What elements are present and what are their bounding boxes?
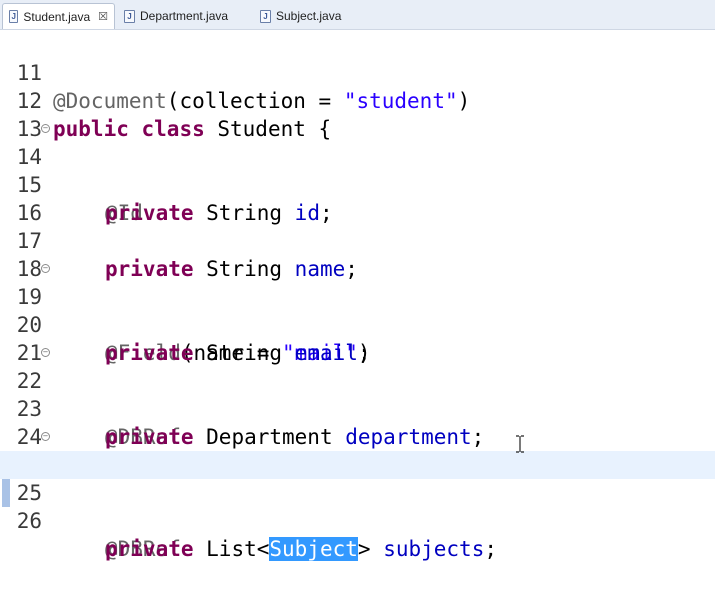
code-token: List< bbox=[193, 537, 270, 561]
code-line: 22 − @DBRef bbox=[0, 339, 715, 449]
code-line: 13 bbox=[0, 87, 715, 141]
fold-collapse-icon[interactable]: − bbox=[41, 264, 50, 273]
tab-department-java[interactable]: J Department.java bbox=[118, 3, 243, 29]
code-line: 20 private String email; bbox=[0, 283, 715, 365]
selected-text[interactable]: Subject bbox=[269, 537, 358, 561]
keyword-token: private bbox=[105, 537, 194, 561]
tab-student-java[interactable]: J Student.java ☒ bbox=[2, 3, 115, 29]
code-line: 18 bbox=[0, 227, 715, 281]
code-line: 21 bbox=[0, 311, 715, 365]
change-marker bbox=[2, 479, 10, 507]
editor-tab-bar: J Student.java ☒ J Department.java J Sub… bbox=[0, 0, 715, 30]
java-file-icon: J bbox=[9, 10, 19, 23]
fold-collapse-icon[interactable]: − bbox=[41, 124, 50, 133]
current-code-line: 26 private List<Subject> subjects; bbox=[0, 451, 715, 561]
tab-label: Department.java bbox=[140, 9, 229, 23]
tab-label: Student.java bbox=[23, 9, 91, 24]
line-number: 26 bbox=[16, 509, 42, 533]
code-line: 16 bbox=[0, 171, 715, 225]
code-line: 25 − @DBRef bbox=[0, 423, 715, 561]
line-text: private List<Subject> subjects; bbox=[105, 535, 497, 563]
java-editor[interactable]: J Student.java ☒ J Department.java J Sub… bbox=[0, 0, 715, 561]
ibeam-cursor-icon bbox=[516, 435, 524, 453]
close-tab-icon[interactable]: ☒ bbox=[98, 10, 108, 23]
code-token: > bbox=[357, 537, 384, 561]
code-line: 19 − @Field(name = "mail") bbox=[0, 255, 715, 365]
code-line: 14 − @Id bbox=[0, 115, 715, 225]
field-token: subjects bbox=[383, 537, 485, 561]
code-line: 12 public class Student { bbox=[0, 59, 715, 141]
tab-subject-java[interactable]: J Subject.java bbox=[254, 3, 354, 29]
code-line: 15 private String id; bbox=[0, 143, 715, 225]
java-file-icon: J bbox=[260, 9, 271, 23]
fold-collapse-icon[interactable]: − bbox=[41, 348, 50, 357]
code-line: 17 private String name; bbox=[0, 199, 715, 281]
fold-collapse-icon[interactable]: − bbox=[41, 432, 50, 441]
code-line: 23 private Department department; bbox=[0, 367, 715, 449]
code-line: 24 bbox=[0, 395, 715, 449]
tab-label: Subject.java bbox=[276, 9, 342, 23]
java-file-icon: J bbox=[124, 9, 135, 23]
code-token: ; bbox=[484, 537, 497, 561]
code-line: 11 @Document(collection = "student") bbox=[0, 31, 715, 113]
